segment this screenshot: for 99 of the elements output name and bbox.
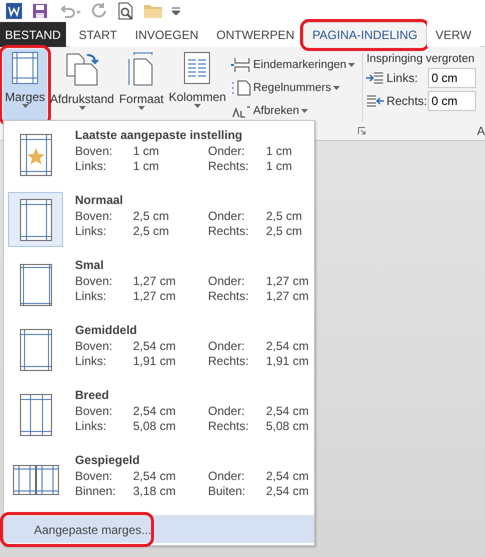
mirrored-margins-icon bbox=[12, 464, 58, 495]
caret-icon bbox=[138, 106, 145, 110]
margin-label: Boven: bbox=[75, 404, 114, 420]
indent-field[interactable]: 0 cm bbox=[428, 91, 476, 111]
custom-margins-icon bbox=[20, 134, 52, 176]
page-margins-icon bbox=[20, 394, 52, 436]
margin-value: 1 cm bbox=[133, 159, 160, 174]
margin-value: 2,5 cm bbox=[133, 224, 170, 240]
indent-field[interactable]: 0 cm bbox=[428, 68, 476, 88]
margin-value: 2,54 cm bbox=[266, 484, 310, 500]
margin-preset[interactable]: Normaal Boven: 2,5 cm Onder: 2,5 cm Links: 2,5 cm Rechts: 2,5 cm bbox=[4, 190, 314, 256]
margin-value: 1,91 cm bbox=[266, 354, 310, 370]
margin-label: Rechts: bbox=[208, 419, 250, 434]
margin-preset[interactable]: Smal Boven: 1,27 cm Onder: 1,27 cm Links: 1,27 cm Rechts: 1,27 cm bbox=[4, 255, 314, 320]
preset-name: Laatste aangepaste instelling bbox=[75, 128, 244, 144]
margin-label: Links: bbox=[75, 224, 108, 240]
margin-label: Onder: bbox=[208, 469, 246, 484]
preset-name: Normaal bbox=[75, 193, 124, 210]
margin-label: Rechts: bbox=[208, 224, 250, 240]
margin-value: 5,08 cm bbox=[266, 419, 310, 434]
margin-label: Binnen: bbox=[75, 484, 117, 500]
ribbon-menu-button[interactable]: Regelnummers bbox=[231, 78, 356, 97]
indent-left-icon bbox=[366, 72, 384, 84]
columns-icon bbox=[184, 52, 210, 84]
margin-label: Links: bbox=[75, 419, 108, 434]
margin-value: 3,18 cm bbox=[133, 484, 177, 500]
caret-icon bbox=[78, 106, 86, 110]
margin-value: 2,5 cm bbox=[133, 209, 170, 224]
caret-icon bbox=[194, 104, 201, 108]
margin-value: 1 cm bbox=[266, 159, 294, 174]
margin-preset[interactable]: Gemiddeld Boven: 2,54 cm Onder: 2,54 cm Links: 1,91 cm Rechts: 1,91 cm bbox=[4, 320, 314, 386]
margin-value: 2,54 cm bbox=[133, 339, 177, 354]
preset-name: Smal bbox=[75, 258, 105, 274]
page-margins-icon bbox=[20, 198, 52, 241]
margin-value: 1,27 cm bbox=[133, 274, 177, 290]
line-numbers-icon bbox=[231, 80, 252, 96]
preset-name: Breed bbox=[75, 388, 110, 404]
preset-name: Gemiddeld bbox=[75, 323, 138, 340]
margin-value: 1 cm bbox=[266, 144, 294, 159]
page-margins-icon bbox=[20, 264, 52, 306]
margin-value: 2,54 cm bbox=[266, 339, 310, 354]
margin-value: 2,54 cm bbox=[266, 469, 310, 484]
margin-label: Onder: bbox=[208, 274, 246, 290]
ribbon-menu-button[interactable]: Eindemarkeringen bbox=[231, 55, 356, 74]
group-label: A bbox=[477, 124, 485, 138]
caret-icon bbox=[348, 62, 356, 66]
indent-title: Inspringing vergroten bbox=[366, 53, 476, 65]
margin-label: Links: bbox=[75, 159, 108, 174]
caret-icon bbox=[333, 86, 340, 90]
margin-preset[interactable]: Breed Boven: 2,54 cm Onder: 2,54 cm Links: 5,08 cm Rechts: 5,08 cm bbox=[4, 385, 314, 450]
customize-caret-icon[interactable] bbox=[172, 7, 180, 15]
margin-label: Boven: bbox=[75, 469, 114, 484]
ribbon-button[interactable]: Formaat bbox=[117, 49, 166, 122]
ribbon-tab[interactable]: VERW bbox=[426, 22, 480, 47]
margin-label: Links: bbox=[75, 354, 108, 370]
page-margins-icon bbox=[20, 328, 52, 371]
margin-value: 2,5 cm bbox=[266, 209, 304, 224]
margin-label: Onder: bbox=[208, 144, 246, 159]
margin-label: Boven: bbox=[75, 339, 114, 354]
margin-value: 2,5 cm bbox=[266, 224, 304, 240]
margin-label: Links: bbox=[75, 289, 108, 304]
margin-value: 2,54 cm bbox=[266, 404, 310, 420]
margin-label: Onder: bbox=[208, 339, 246, 354]
caret-icon bbox=[22, 104, 28, 108]
margin-label: Boven: bbox=[75, 209, 114, 224]
print-preview-icon[interactable] bbox=[118, 2, 134, 20]
margin-value: 1,27 cm bbox=[133, 289, 177, 304]
file-tab[interactable]: BESTAND bbox=[0, 22, 66, 47]
margin-label: Onder: bbox=[208, 209, 246, 224]
margin-value: 2,54 cm bbox=[133, 404, 177, 420]
margin-label: Rechts: bbox=[208, 289, 250, 304]
margin-label: Buiten: bbox=[208, 484, 246, 500]
margins-icon bbox=[12, 52, 38, 84]
indent-right-icon bbox=[366, 95, 384, 107]
save-icon[interactable] bbox=[32, 3, 48, 19]
margin-preset[interactable]: Laatste aangepaste instelling Boven: 1 cm Onder: 1 cm Links: 1 cm Rechts: 1 cm bbox=[4, 125, 314, 190]
margin-preset[interactable]: Gespiegeld Boven: 2,54 cm Onder: 2,54 cm Binnen: 3,18 cm Buiten: 2,54 cm bbox=[4, 450, 314, 516]
field-label: Links: bbox=[386, 71, 419, 85]
word-logo-icon[interactable] bbox=[6, 3, 22, 19]
margin-label: Boven: bbox=[75, 144, 114, 159]
ribbon-button[interactable]: Kolommen bbox=[166, 49, 228, 122]
caret-icon bbox=[301, 108, 308, 112]
field-label: Rechts: bbox=[386, 94, 426, 108]
margin-value: 1 cm bbox=[133, 144, 160, 159]
dialog-launcher-icon[interactable] bbox=[358, 127, 366, 136]
margin-label: Boven: bbox=[75, 274, 114, 290]
margin-value: 5,08 cm bbox=[133, 419, 177, 434]
orientation-icon bbox=[65, 52, 100, 86]
breaks-icon bbox=[231, 56, 252, 72]
page-size-icon bbox=[128, 52, 154, 86]
margin-value: 1,27 cm bbox=[266, 274, 310, 290]
preset-name: Gespiegeld bbox=[75, 453, 141, 470]
margin-value: 2,54 cm bbox=[133, 469, 177, 484]
margin-value: 1,91 cm bbox=[133, 354, 177, 370]
margin-value: 1,27 cm bbox=[266, 289, 310, 304]
margin-label: Onder: bbox=[208, 404, 246, 420]
margin-label: Rechts: bbox=[208, 159, 250, 174]
ribbon-menu-button[interactable]: Afbreken bbox=[231, 101, 356, 120]
margin-label: Rechts: bbox=[208, 354, 250, 370]
